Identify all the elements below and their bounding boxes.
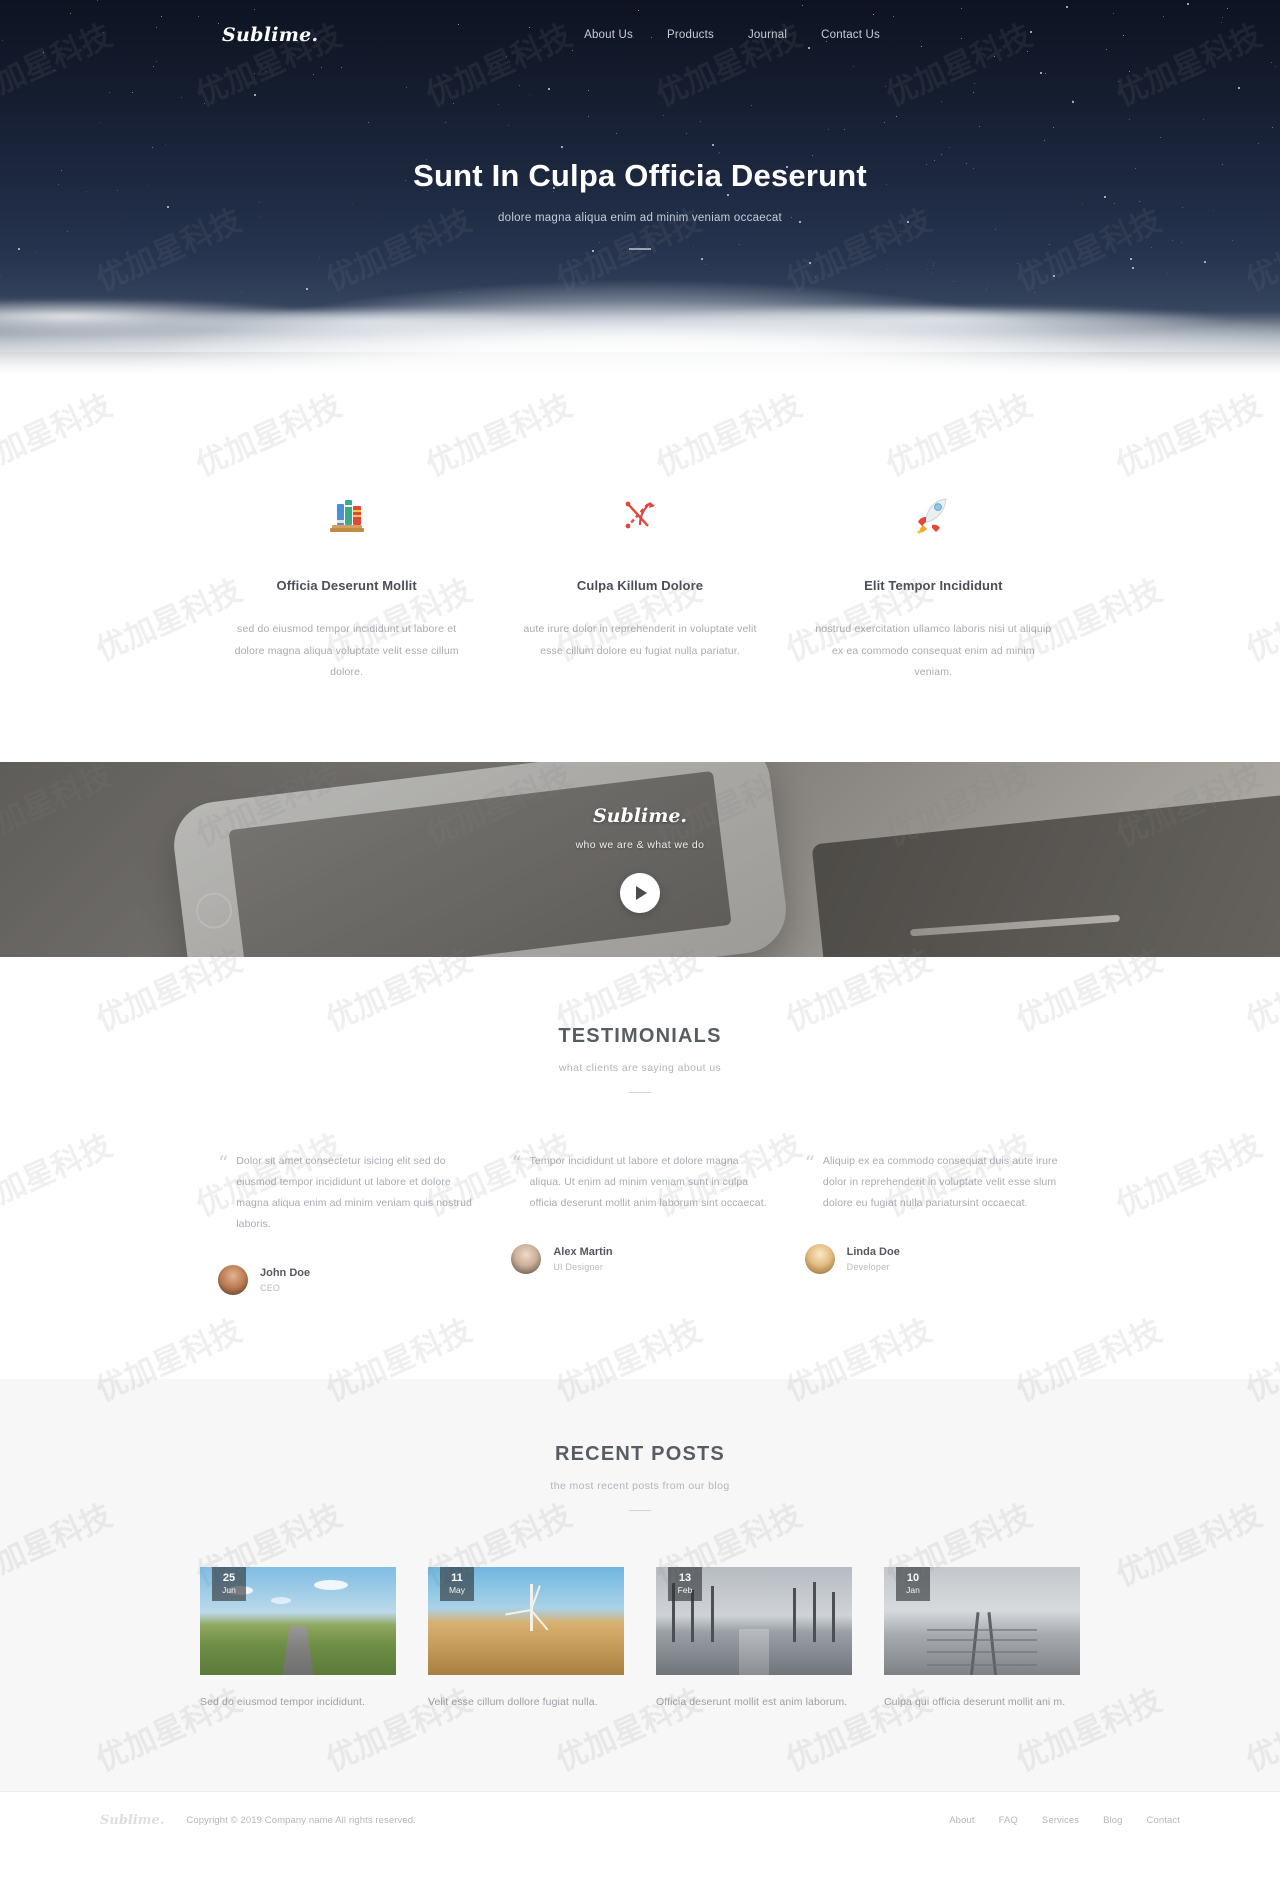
nav-item-products[interactable]: Products [667,29,714,41]
nav-item-contact-us[interactable]: Contact Us [821,29,880,41]
quote-icon: “ [218,1150,229,1175]
post-thumbnail[interactable]: 11 May [428,1566,624,1675]
post-title[interactable]: Officia deserunt mollit est anim laborum… [656,1693,852,1711]
nav-item-journal[interactable]: Journal [748,29,787,41]
feature-description: sed do eiusmod tempor incididunt ut labo… [234,623,459,679]
footer-links: About FAQ Services Blog Contact [949,1815,1180,1826]
posts-title: RECENT POSTS [555,1442,725,1465]
post-card[interactable]: 25 Jun Sed do eiusmod tempor incididunt. [200,1566,396,1711]
strategy-icon [519,488,760,542]
post-thumbnail[interactable]: 25 Jun [200,1566,396,1675]
author-role: Developer [846,1261,890,1272]
nav-links: About Us Products Journal Contact Us [584,29,880,41]
hero-title: Sunt In Culpa Officia Deserunt [413,158,867,193]
testimonial-author: John Doe CEO [218,1264,475,1295]
testimonial-card: “ Tempor incididunt ut labore et dolore … [493,1151,786,1295]
author-role: CEO [260,1282,281,1293]
post-thumbnail[interactable]: 10 Jan [884,1566,1080,1675]
section-divider [629,1509,651,1511]
feature-title: Elit Tempor Incididunt [864,578,1003,593]
feature-description: nostrud exercitation ullamco laboris nis… [815,623,1052,679]
posts-header: RECENT POSTS the most recent posts from … [0,1443,1280,1511]
testimonials-subtitle: what clients are saying about us [558,1061,722,1074]
feature-description: aute irure dolor in reprehenderit in vol… [523,623,757,657]
post-card[interactable]: 13 Feb Officia deserunt mollit est anim … [656,1566,852,1711]
post-day: 10 [906,1571,920,1584]
testimonials-header: TESTIMONIALS what clients are saying abo… [0,1025,1280,1093]
avatar [804,1243,835,1274]
footer-link-services[interactable]: Services [1042,1815,1079,1826]
post-date-badge: 10 Jan [896,1566,930,1601]
landing-page: Sublime. About Us Products Journal Conta… [0,0,1280,1849]
testimonial-author: Linda Doe Developer [804,1243,1062,1274]
feature-title: Culpa Killum Dolore [576,578,704,593]
post-card[interactable]: 11 May Velit esse cillum dollore fugiat … [428,1566,624,1711]
hero-content: Sunt In Culpa Officia Deserunt dolore ma… [0,70,1280,250]
hero-subtitle: dolore magna aliqua enim ad minim veniam… [498,212,782,224]
post-date-badge: 13 Feb [668,1566,702,1601]
section-divider [629,1091,651,1093]
author-role: UI Designer [553,1261,604,1272]
main-navigation: Sublime. About Us Products Journal Conta… [0,0,1280,70]
feature-card: Culpa Killum Dolore aute irure dolor in … [493,488,786,684]
quote-icon: “ [511,1150,522,1175]
posts-subtitle: the most recent posts from our blog [550,1479,730,1492]
footer-logo[interactable]: Sublime. [100,1813,164,1828]
avatar [511,1243,542,1274]
books-icon [226,488,467,542]
footer-link-about[interactable]: About [949,1815,974,1826]
footer-link-contact[interactable]: Contact [1147,1815,1180,1826]
site-logo[interactable]: Sublime. [222,24,318,46]
post-date-badge: 11 May [440,1566,474,1601]
author-name: Alex Martin [553,1245,613,1258]
post-day: 25 [222,1571,236,1584]
testimonial-quote: Dolor sit amet consectetur isicing elit … [236,1154,472,1230]
footer-link-blog[interactable]: Blog [1103,1815,1122,1826]
post-month: May [448,1584,466,1595]
testimonial-card: “ Dolor sit amet consectetur isicing eli… [200,1151,493,1295]
feature-card: Elit Tempor Incididunt nostrud exercitat… [787,488,1080,684]
post-date-badge: 25 Jun [212,1566,246,1601]
hero-section: Sublime. About Us Products Journal Conta… [0,0,1280,400]
site-footer: Sublime. Copyright © 2019 Company name A… [0,1790,1280,1849]
post-thumbnail[interactable]: 13 Feb [656,1566,852,1675]
testimonials-title: TESTIMONIALS [558,1024,722,1047]
testimonial-author: Alex Martin UI Designer [511,1243,768,1274]
video-overlay: Sublime. who we are & what we do [0,761,1280,957]
post-month: Jun [222,1584,236,1595]
feature-title: Officia Deserunt Mollit [276,578,417,593]
avatar [218,1264,248,1295]
testimonials-section: TESTIMONIALS what clients are saying abo… [0,956,1280,1379]
rocket-icon [813,488,1054,542]
features-section: Officia Deserunt Mollit sed do eiusmod t… [0,400,1280,762]
post-title[interactable]: Velit esse cillum dollore fugiat nulla. [428,1693,624,1711]
testimonial-quote: Aliquip ex ea commodo consequat duis aut… [822,1154,1058,1209]
author-name: Linda Doe [846,1245,900,1258]
video-tagline: who we are & what we do [575,839,705,852]
video-section: Sublime. who we are & what we do [0,761,1280,957]
hero-bottom-fade [0,310,1280,400]
nav-item-about-us[interactable]: About Us [584,29,633,41]
video-logo: Sublime. [592,805,688,828]
play-button[interactable] [620,873,660,914]
feature-card: Officia Deserunt Mollit sed do eiusmod t… [200,488,493,684]
hero-divider [629,248,651,250]
post-title[interactable]: Sed do eiusmod tempor incididunt. [200,1693,396,1711]
footer-link-faq[interactable]: FAQ [999,1815,1018,1826]
testimonial-card: “ Aliquip ex ea commodo consequat duis a… [787,1151,1080,1295]
post-month: Feb [677,1584,693,1595]
recent-posts-section: RECENT POSTS the most recent posts from … [0,1378,1280,1791]
post-day: 13 [678,1571,692,1584]
author-name: John Doe [260,1266,311,1279]
testimonial-quote: Tempor incididunt ut labore et dolore ma… [529,1154,767,1209]
post-day: 11 [451,1571,463,1584]
post-month: Jan [906,1584,920,1595]
quote-icon: “ [804,1150,815,1175]
copyright-text: Copyright © 2019 Company name All rights… [186,1814,416,1826]
post-title[interactable]: Culpa qui officia deserunt mollit ani m. [884,1693,1080,1711]
post-card[interactable]: 10 Jan Culpa qui officia deserunt mollit… [884,1566,1080,1711]
